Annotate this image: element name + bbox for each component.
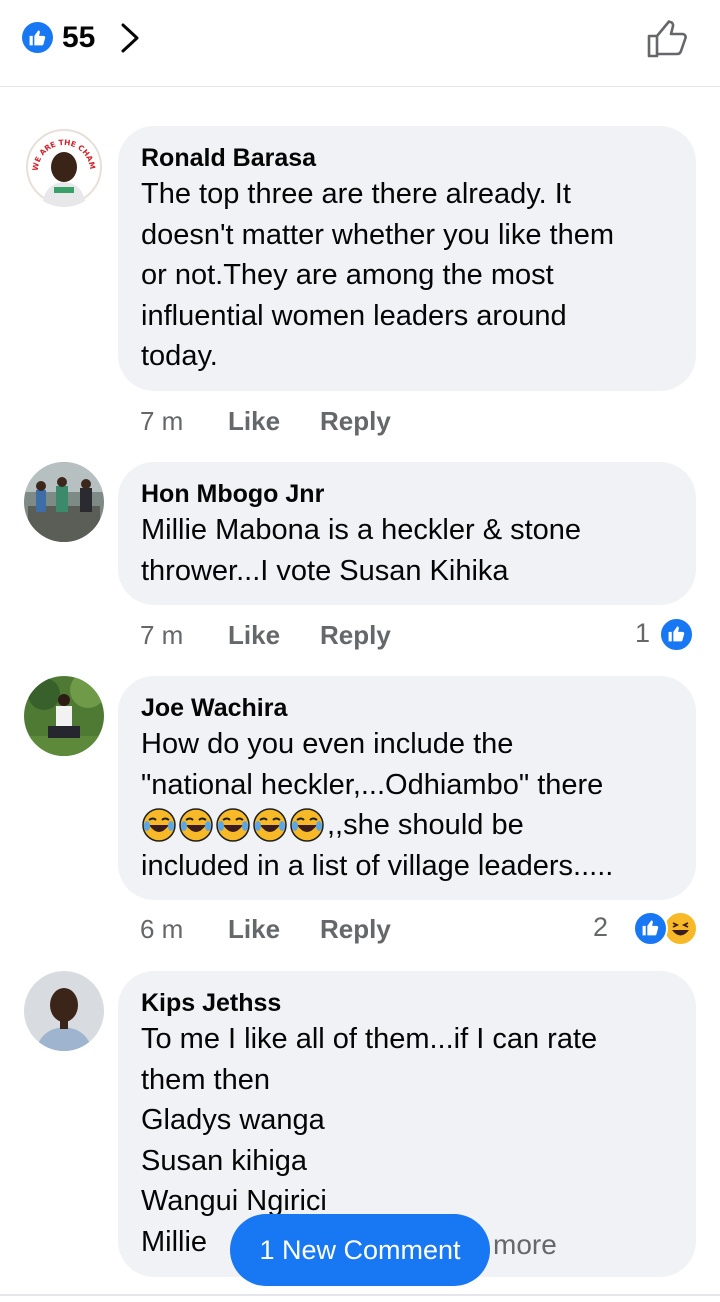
comment-text-fragment: ,,she should be (327, 809, 524, 841)
comment-time: 7 m (140, 406, 184, 436)
avatar[interactable] (24, 676, 104, 756)
divider (0, 1294, 720, 1296)
comment-text-line: How do you even include the (141, 728, 514, 760)
comment-bubble[interactable]: Ronald Barasa The top three are there al… (118, 126, 696, 391)
comment-bubble[interactable]: Hon Mbogo Jnr Millie Mabona is a heckler… (118, 462, 696, 605)
haha-icon (663, 911, 698, 946)
like-icon (22, 22, 53, 53)
laugh-emoji-icon (253, 808, 287, 842)
like-icon (633, 911, 668, 946)
like-button[interactable]: Like (228, 912, 280, 946)
laugh-emoji-icon (290, 808, 324, 842)
laugh-emoji-icon (216, 808, 250, 842)
reaction-count: 1 (634, 618, 650, 648)
chevron-right-icon[interactable] (118, 22, 142, 59)
comment-text-line: included in a list of village leaders...… (141, 849, 614, 882)
like-button[interactable]: Like (228, 618, 280, 652)
thumbs-up-outline-icon[interactable] (646, 18, 688, 65)
like-button[interactable]: Like (228, 404, 280, 438)
avatar[interactable]: WE ARE THE CHAMPIONS (24, 127, 104, 207)
comment-author[interactable]: Joe Wachira (141, 692, 674, 724)
laugh-emoji-icon (142, 808, 176, 842)
reaction-count[interactable]: 55 (62, 20, 95, 56)
comment-author[interactable]: Kips Jethss (141, 987, 674, 1019)
comment-reactions[interactable]: 1 (560, 616, 698, 652)
avatar[interactable] (24, 971, 104, 1051)
reaction-count: 2 (592, 912, 608, 942)
reply-button[interactable]: Reply (320, 912, 391, 946)
comment-text-line: "national heckler,...Odhiambo" there (141, 768, 604, 801)
avatar[interactable] (24, 462, 104, 542)
new-comment-button[interactable]: 1 New Comment (230, 1214, 490, 1286)
reactions-header: 55 (0, 0, 720, 87)
comment-time: 7 m (140, 620, 184, 650)
comment-text: The top three are there already. It does… (141, 178, 614, 372)
comment-bubble[interactable]: Joe Wachira How do you even include the … (118, 676, 696, 900)
see-more-link[interactable]: more (493, 1228, 557, 1262)
comment-text-line: ,,she should be (141, 805, 674, 846)
laugh-emoji-icon (179, 808, 213, 842)
reply-button[interactable]: Reply (320, 404, 391, 438)
comment-reactions[interactable]: 2 (560, 910, 700, 946)
like-icon (659, 617, 694, 652)
comment-author[interactable]: Ronald Barasa (141, 142, 674, 174)
reply-button[interactable]: Reply (320, 618, 391, 652)
emoji-group (141, 807, 325, 843)
comment-text: Millie Mabona is a heckler & stone throw… (141, 514, 582, 587)
comment-author[interactable]: Hon Mbogo Jnr (141, 478, 674, 510)
comment-time: 6 m (140, 914, 184, 944)
